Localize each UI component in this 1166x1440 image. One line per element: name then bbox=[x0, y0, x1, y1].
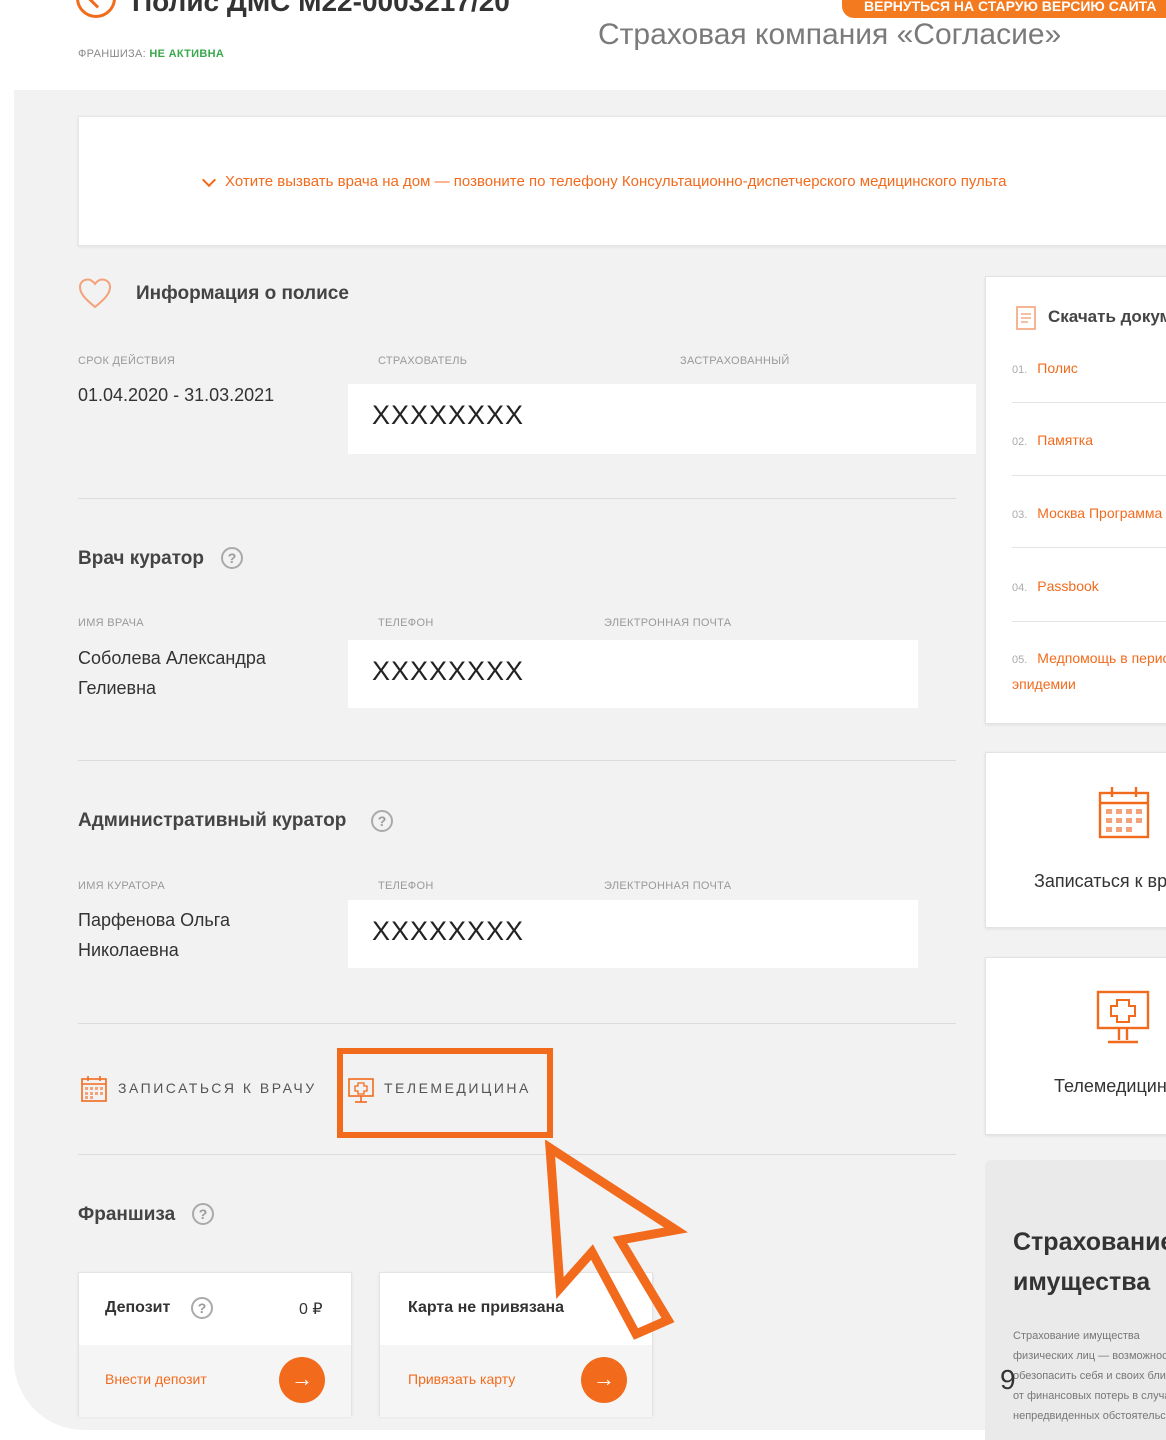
help-icon[interactable]: ? bbox=[191, 1297, 213, 1319]
franchise-status-value: НЕ АКТИВНА bbox=[149, 48, 225, 60]
telemedicine-tile[interactable]: Телемедицина bbox=[985, 957, 1166, 1135]
doctor-name-label: ИМЯ ВРАЧА bbox=[78, 617, 144, 629]
promo-title-line1: Страхование bbox=[1013, 1228, 1166, 1256]
doc-link-moscow-program[interactable]: 03. Москва Программа bbox=[1012, 500, 1162, 528]
doctor-phone-label: ТЕЛЕФОН bbox=[378, 617, 434, 629]
period-label: СРОК ДЕЙСТВИЯ bbox=[78, 355, 176, 367]
promo-title: Страхование имущества bbox=[1013, 1222, 1166, 1302]
appointment-tile-label: Записаться к врачу bbox=[1034, 871, 1166, 891]
admin-name-label: ИМЯ КУРАТОРА bbox=[78, 880, 165, 892]
promo-text-line: обезопасить себя и своих близких bbox=[1013, 1370, 1166, 1382]
promo-text-line: Страхование имущества bbox=[1013, 1330, 1140, 1342]
promo-text-line: от финансовых потерь в случае bbox=[1013, 1390, 1166, 1402]
divider bbox=[1012, 402, 1166, 403]
admin-masked-info: XXXXXXXX bbox=[348, 900, 918, 968]
divider bbox=[78, 1023, 956, 1024]
admin-name-line1: Парфенова Ольга bbox=[78, 910, 230, 930]
doc-link-epidemic-care[interactable]: 05. Медпомощь в период bbox=[1012, 645, 1166, 673]
arrow-right-icon[interactable]: → bbox=[279, 1357, 325, 1403]
policy-period: 01.04.2020 - 31.03.2021 bbox=[78, 385, 275, 405]
admin-phone-label: ТЕЛЕФОН bbox=[378, 880, 434, 892]
admin-email-label: ЭЛЕКТРОННАЯ ПОЧТА bbox=[604, 880, 732, 892]
doctor-curator-title: Врач куратор bbox=[78, 548, 204, 569]
telemedicine-highlight-frame bbox=[337, 1048, 553, 1138]
doc-link-epidemic-care-line2[interactable]: эпидемии bbox=[1012, 671, 1076, 697]
policy-masked-info: XXXXXXXX bbox=[348, 384, 976, 454]
divider bbox=[78, 1154, 956, 1155]
franchise-title: Франшиза bbox=[78, 1204, 176, 1225]
doc-number: 01. bbox=[1012, 364, 1028, 376]
document-icon bbox=[1016, 306, 1036, 330]
doctor-masked-info: XXXXXXXX bbox=[348, 640, 918, 708]
promo-text: Страхование имущества физических лиц — в… bbox=[1013, 1326, 1166, 1426]
admin-name: Парфенова Ольга Николаевна bbox=[78, 905, 230, 965]
deposit-card: Депозит ? 0 ₽ Внести депозит → bbox=[78, 1272, 352, 1417]
heart-icon bbox=[78, 278, 112, 309]
page-header: Полис ДМС М22-0003217/20 Вернуться на ст… bbox=[0, 0, 1166, 90]
deposit-link[interactable]: Внести депозит bbox=[105, 1371, 207, 1387]
arrow-right-icon[interactable]: → bbox=[581, 1357, 627, 1403]
doctor-email-label: ЭЛЕКТРОННАЯ ПОЧТА bbox=[604, 617, 732, 629]
help-icon[interactable]: ? bbox=[371, 810, 393, 832]
doctor-name: Соболева Александра Гелиевна bbox=[78, 643, 266, 703]
doc-label: Памятка bbox=[1037, 432, 1093, 448]
divider bbox=[78, 498, 956, 499]
telemedicine-tile-label: Телемедицина bbox=[1054, 1076, 1166, 1096]
doc-label: Москва Программа bbox=[1037, 505, 1163, 521]
divider bbox=[1012, 621, 1166, 622]
doc-label: Медпомощь в период bbox=[1037, 650, 1166, 666]
divider bbox=[1012, 475, 1166, 476]
divider bbox=[1012, 547, 1166, 548]
promo-text-line: непредвиденных обстоятельств bbox=[1013, 1410, 1166, 1422]
arrow-left-circle-icon[interactable] bbox=[76, 0, 116, 18]
admin-name-line2: Николаевна bbox=[78, 940, 179, 960]
doc-label: Passbook bbox=[1037, 578, 1099, 594]
company-caption: Страховая компания «Согласие» bbox=[598, 18, 1062, 51]
calendar-icon bbox=[1098, 787, 1150, 839]
franchise-status: ФРАНШИЗА: НЕ АКТИВНА bbox=[78, 48, 224, 60]
divider bbox=[78, 760, 956, 761]
card-binding-link[interactable]: Привязать карту bbox=[408, 1371, 515, 1387]
docs-panel: Скачать документы 01. Полис 02. Памятка 03… bbox=[985, 276, 1166, 724]
policy-info-title: Информация о полисе bbox=[136, 283, 349, 304]
doc-link-passbook[interactable]: 04. Passbook bbox=[1012, 573, 1099, 601]
page-title: Полис ДМС М22-0003217/20 bbox=[132, 0, 510, 17]
insured-label: ЗАСТРАХОВАННЫЙ bbox=[680, 355, 790, 367]
doc-number: 02. bbox=[1012, 436, 1028, 448]
deposit-amount: 0 ₽ bbox=[299, 1301, 323, 1318]
promo-text-line: физических лиц — возможность bbox=[1013, 1350, 1166, 1362]
doc-label: Полис bbox=[1037, 360, 1078, 376]
doc-link-policy[interactable]: 01. Полис bbox=[1012, 355, 1078, 383]
doctor-name-line1: Соболева Александра bbox=[78, 648, 266, 668]
old-version-button[interactable]: Вернуться на старую версию сайта bbox=[842, 0, 1166, 18]
deposit-title: Депозит bbox=[105, 1299, 171, 1316]
doc-link-memo[interactable]: 02. Памятка bbox=[1012, 427, 1093, 455]
help-icon[interactable]: ? bbox=[221, 547, 243, 569]
promo-title-line2: имущества bbox=[1013, 1268, 1151, 1296]
insurer-label: СТРАХОВАТЕЛЬ bbox=[378, 355, 468, 367]
notice-text: Хотите вызвать врача на дом — позвоните … bbox=[225, 173, 1007, 190]
telemedicine-icon bbox=[1096, 990, 1150, 1044]
doctor-name-line2: Гелиевна bbox=[78, 678, 157, 698]
cursor-pointer-icon bbox=[544, 1140, 688, 1340]
doc-number: 05. bbox=[1012, 654, 1028, 666]
calendar-icon bbox=[81, 1076, 107, 1102]
property-insurance-promo[interactable]: Страхование имущества Страхование имущес… bbox=[985, 1160, 1166, 1440]
page-number: 9 bbox=[1000, 1364, 1016, 1395]
help-icon[interactable]: ? bbox=[192, 1203, 214, 1225]
appointment-tile[interactable]: Записаться к врачу bbox=[985, 752, 1166, 928]
appointment-link[interactable]: ЗАПИСАТЬСЯ К ВРАЧУ bbox=[118, 1080, 317, 1096]
franchise-status-label: ФРАНШИЗА: bbox=[78, 48, 146, 60]
doc-number: 03. bbox=[1012, 509, 1028, 521]
doc-number: 04. bbox=[1012, 582, 1028, 594]
admin-curator-title: Административный куратор bbox=[78, 810, 347, 831]
doctor-call-notice[interactable]: Хотите вызвать врача на дом — позвоните … bbox=[78, 116, 1166, 246]
docs-title: Скачать документы bbox=[1048, 307, 1166, 326]
